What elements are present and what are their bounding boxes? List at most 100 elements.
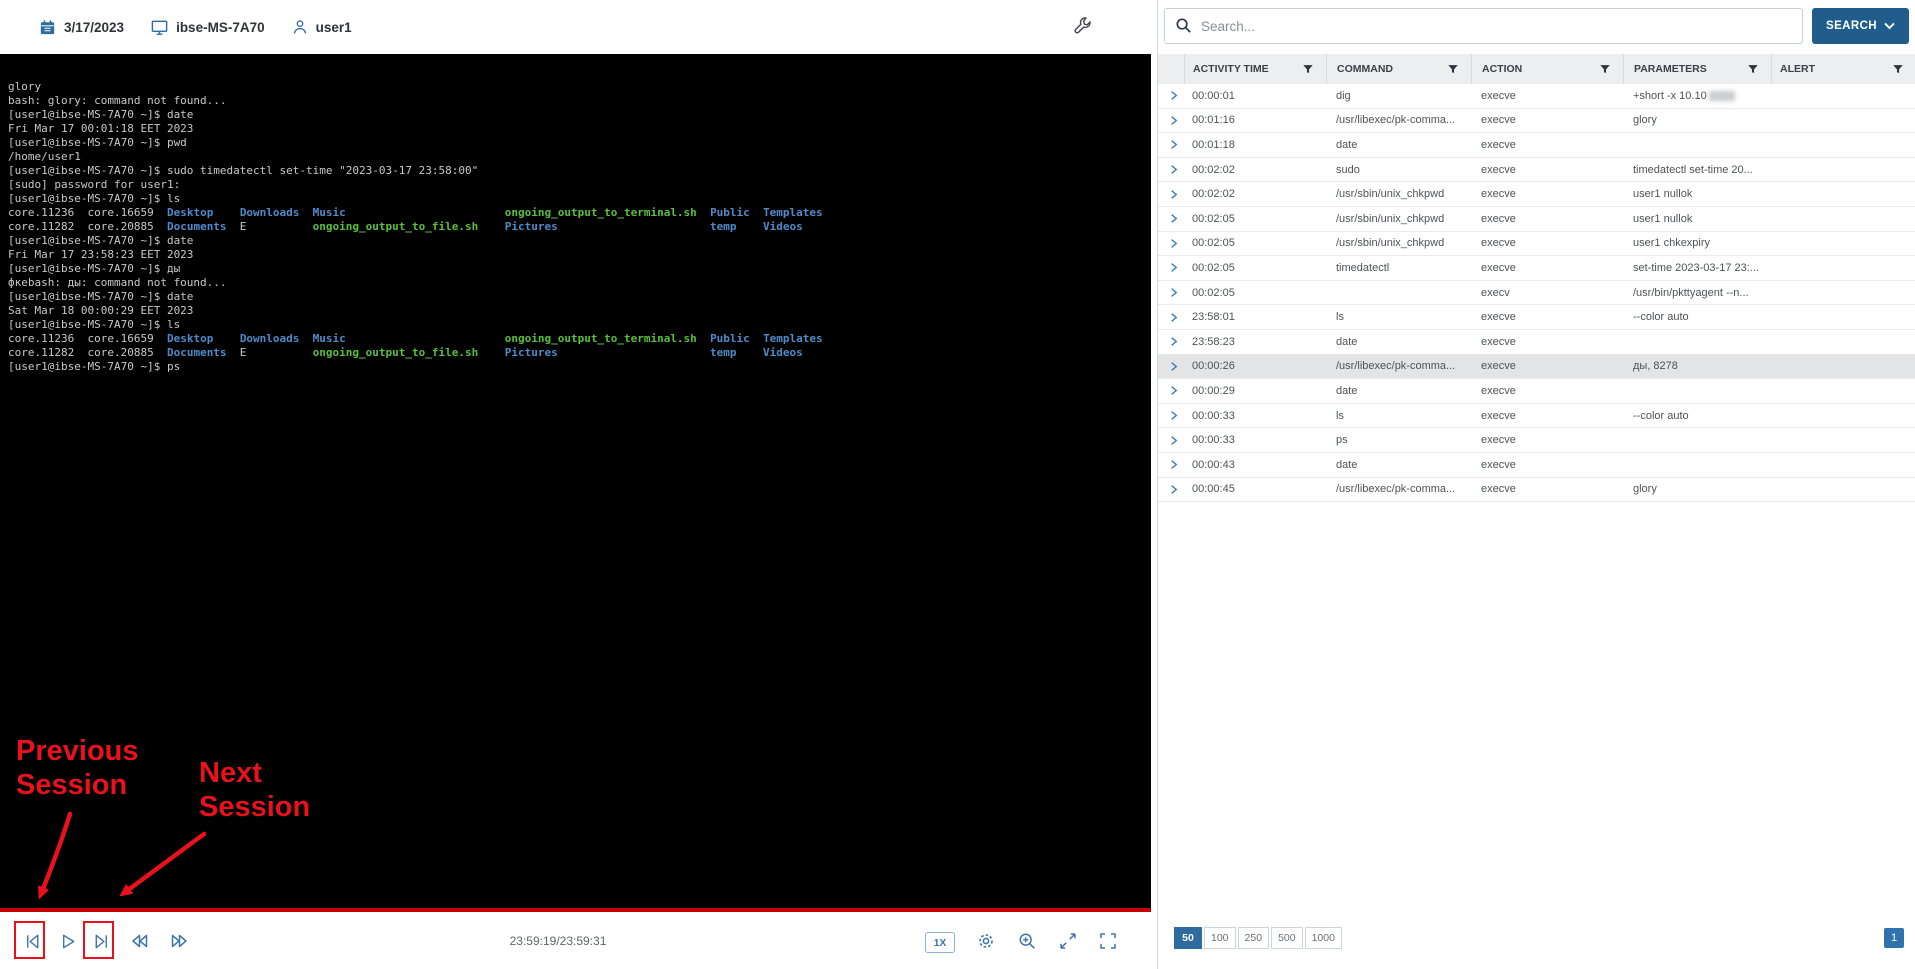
table-row[interactable]: 23:58:23dateexecve [1158,330,1915,355]
cell-action: execve [1471,355,1623,379]
header-parameters[interactable]: PARAMETERS [1623,54,1771,84]
page-size-50[interactable]: 50 [1174,927,1202,949]
settings-button[interactable] [975,930,997,952]
row-expander[interactable] [1158,182,1184,206]
search-input[interactable] [1164,8,1803,44]
header-action[interactable]: ACTION [1471,54,1623,84]
terminal-line: core.11282 core.20885 Documents E ongoin… [8,346,1151,360]
fast-forward-button[interactable] [169,930,191,952]
row-expander[interactable] [1158,453,1184,477]
row-expander[interactable] [1158,404,1184,428]
current-page-indicator[interactable]: 1 [1884,928,1904,948]
previous-session-button[interactable] [21,930,43,952]
cell-alert [1771,404,1915,428]
table-row[interactable]: 00:02:02sudoexecvetimedatectl set-time 2… [1158,158,1915,183]
cell-parameters: glory [1623,478,1771,502]
play-icon [58,932,77,951]
tools-wrench-button[interactable] [1071,15,1095,39]
gear-icon [976,931,996,951]
row-expander[interactable] [1158,379,1184,403]
page-size-group: 501002505001000 [1174,927,1342,949]
table-row[interactable]: 00:00:45/usr/libexec/pk-comma...execvegl… [1158,478,1915,503]
play-button[interactable] [56,930,78,952]
row-expander[interactable] [1158,256,1184,280]
search-icon [1174,16,1193,35]
session-date-group: 3/17/2023 [38,18,124,37]
cell-command: timedatectl [1326,256,1471,280]
filter-icon[interactable] [1747,63,1759,75]
table-row[interactable]: 00:02:02/usr/sbin/unix_chkpwdexecveuser1… [1158,182,1915,207]
next-session-button[interactable] [90,930,112,952]
cell-alert [1771,207,1915,231]
cell-command [1326,281,1471,305]
row-expander[interactable] [1158,428,1184,452]
table-row[interactable]: 23:58:01lsexecve--color auto [1158,305,1915,330]
terminal-output: glorybash: glory: command not found...[u… [0,54,1151,908]
table-row[interactable]: 00:00:43dateexecve [1158,453,1915,478]
table-row[interactable]: 00:00:26/usr/libexec/pk-comma...execveды… [1158,355,1915,380]
cell-parameters [1623,330,1771,354]
table-row[interactable]: 00:02:05timedatectlexecveset-time 2023-0… [1158,256,1915,281]
cell-parameters [1623,379,1771,403]
cell-alert [1771,109,1915,133]
row-expander[interactable] [1158,305,1184,329]
table-row[interactable]: 00:02:05execv/usr/bin/pkttyagent --n... [1158,281,1915,306]
page-size-1000[interactable]: 1000 [1305,927,1342,949]
header-activity-time-label: ACTIVITY TIME [1193,63,1269,75]
playback-speed-button[interactable]: 1X [925,932,955,953]
filter-icon[interactable] [1302,63,1314,75]
table-row[interactable]: 00:02:05/usr/sbin/unix_chkpwdexecveuser1… [1158,232,1915,257]
row-expander[interactable] [1158,232,1184,256]
table-row[interactable]: 00:01:16/usr/libexec/pk-comma...execvegl… [1158,109,1915,134]
row-expander[interactable] [1158,330,1184,354]
row-expand-chevron-icon [1168,238,1179,249]
row-expander[interactable] [1158,133,1184,157]
table-row[interactable]: 00:00:33lsexecve--color auto [1158,404,1915,429]
player-controls: 23:59:19/23:59:31 1X [0,912,1151,969]
terminal-line: core.11282 core.20885 Documents E ongoin… [8,220,1151,234]
filter-icon[interactable] [1599,63,1611,75]
page-size-500[interactable]: 500 [1271,927,1303,949]
cell-alert [1771,281,1915,305]
row-expander[interactable] [1158,109,1184,133]
filter-icon[interactable] [1447,63,1459,75]
page-size-250[interactable]: 250 [1238,927,1270,949]
row-expander[interactable] [1158,281,1184,305]
cell-activity-time: 00:02:02 [1184,158,1326,182]
row-expand-chevron-icon [1168,213,1179,224]
zoom-in-icon [1017,931,1037,951]
cell-command: ps [1326,428,1471,452]
row-expander[interactable] [1158,355,1184,379]
cell-activity-time: 00:00:01 [1184,84,1326,108]
page-size-100[interactable]: 100 [1204,927,1236,949]
terminal-line: /home/user1 [8,150,1151,164]
terminal-line: Fri Mar 17 00:01:18 EET 2023 [8,122,1151,136]
header-alert[interactable]: ALERT [1771,54,1915,84]
row-expander[interactable] [1158,478,1184,502]
fullscreen-button[interactable] [1097,930,1119,952]
rewind-icon [129,931,149,951]
cell-activity-time: 00:02:05 [1184,281,1326,305]
row-expander[interactable] [1158,207,1184,231]
zoom-in-button[interactable] [1016,930,1038,952]
cell-parameters: --color auto [1623,305,1771,329]
table-row[interactable]: 00:00:29dateexecve [1158,379,1915,404]
search-button[interactable]: SEARCH [1812,8,1909,44]
header-activity-time[interactable]: ACTIVITY TIME [1184,54,1326,84]
filter-icon[interactable] [1892,63,1904,75]
cell-activity-time: 00:00:33 [1184,428,1326,452]
row-expand-chevron-icon [1168,336,1179,347]
row-expander[interactable] [1158,158,1184,182]
redacted-blur [1709,91,1735,101]
row-expander[interactable] [1158,84,1184,108]
table-row[interactable]: 00:02:05/usr/sbin/unix_chkpwdexecveuser1… [1158,207,1915,232]
table-row[interactable]: 00:01:18dateexecve [1158,133,1915,158]
rewind-button[interactable] [128,930,150,952]
cell-command: ls [1326,404,1471,428]
cell-parameters [1623,453,1771,477]
header-command[interactable]: COMMAND [1326,54,1471,84]
expand-button[interactable] [1057,930,1079,952]
table-row[interactable]: 00:00:01digexecve+short -x 10.10 [1158,84,1915,109]
table-row[interactable]: 00:00:33psexecve [1158,428,1915,453]
row-expand-chevron-icon [1168,410,1179,421]
